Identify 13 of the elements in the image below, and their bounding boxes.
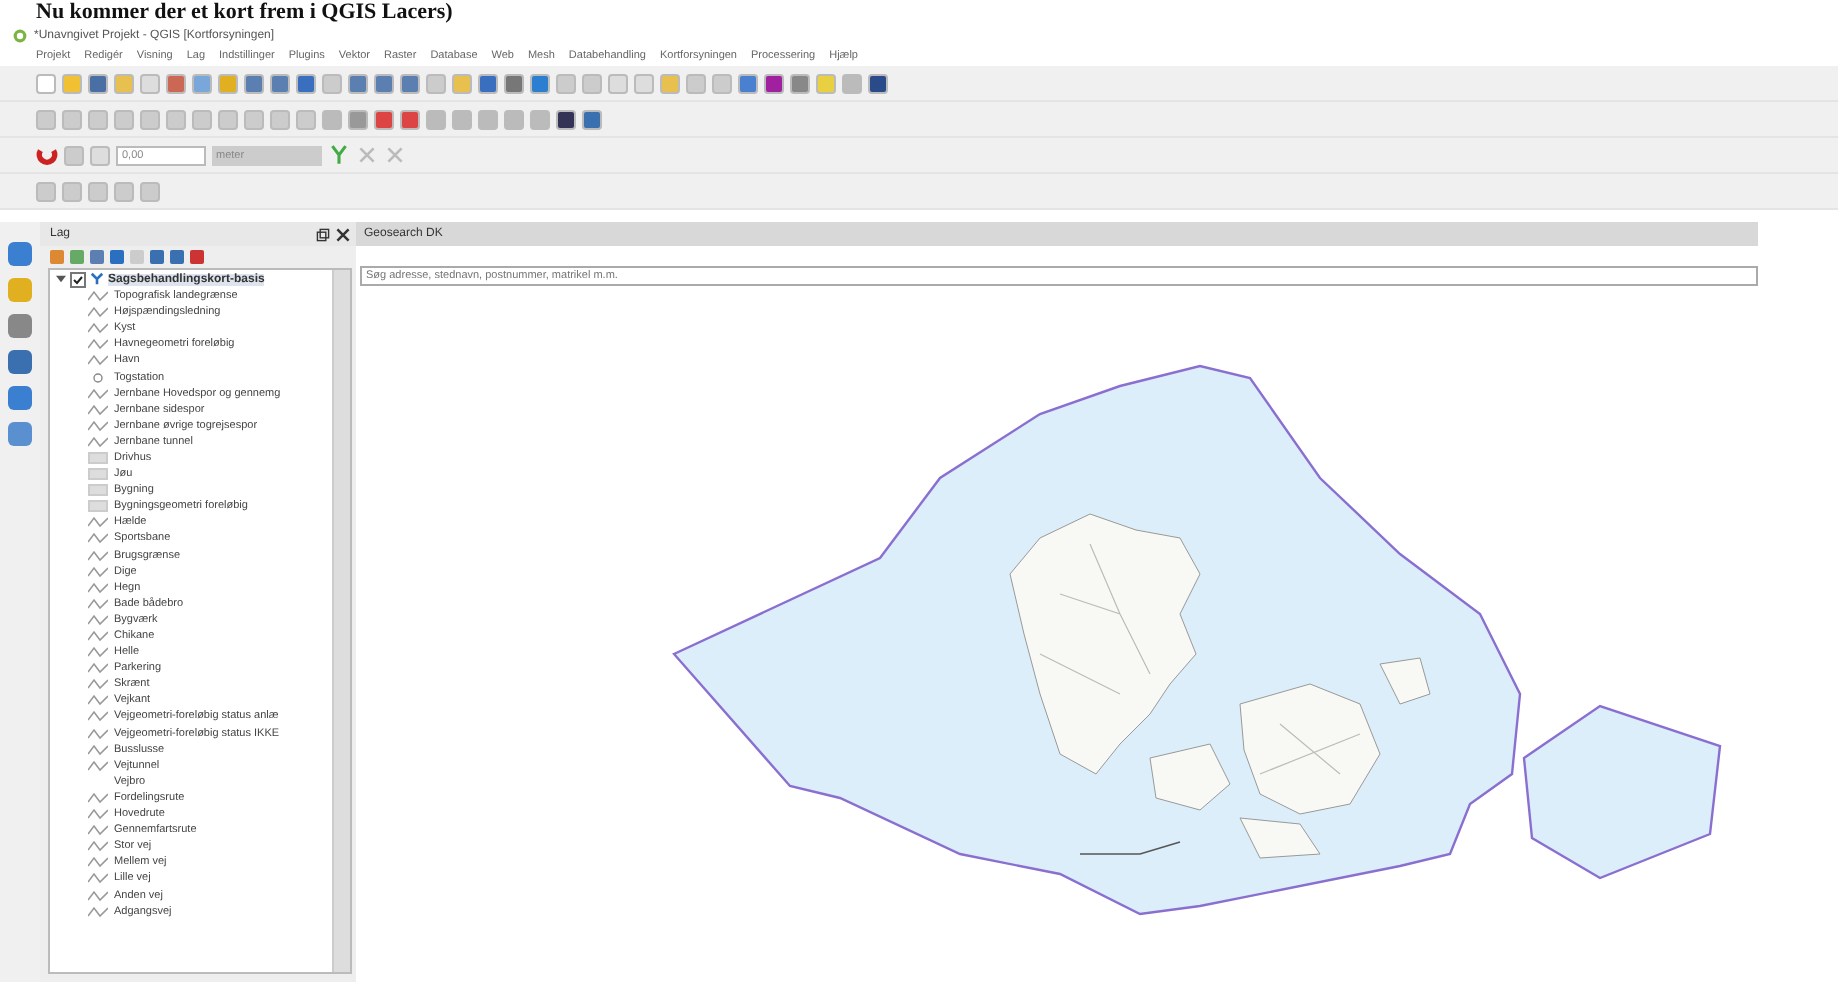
close-icon[interactable] bbox=[336, 227, 350, 241]
cross-icon[interactable] bbox=[356, 144, 378, 166]
cross-icon[interactable] bbox=[384, 144, 406, 166]
float-icon[interactable] bbox=[316, 227, 330, 241]
expand-arrow-icon[interactable] bbox=[56, 274, 66, 284]
point-symbol-icon bbox=[88, 371, 108, 384]
layer-checkbox[interactable] bbox=[70, 271, 86, 287]
branch-icon[interactable] bbox=[328, 144, 350, 166]
scrollbar[interactable] bbox=[332, 270, 350, 972]
document-heading: Nu kommer der et kort frem i QGIS Lacers) bbox=[34, 0, 455, 24]
magnet-icon[interactable] bbox=[36, 144, 58, 166]
group-icon bbox=[90, 272, 104, 286]
app-logo-icon bbox=[12, 27, 28, 43]
